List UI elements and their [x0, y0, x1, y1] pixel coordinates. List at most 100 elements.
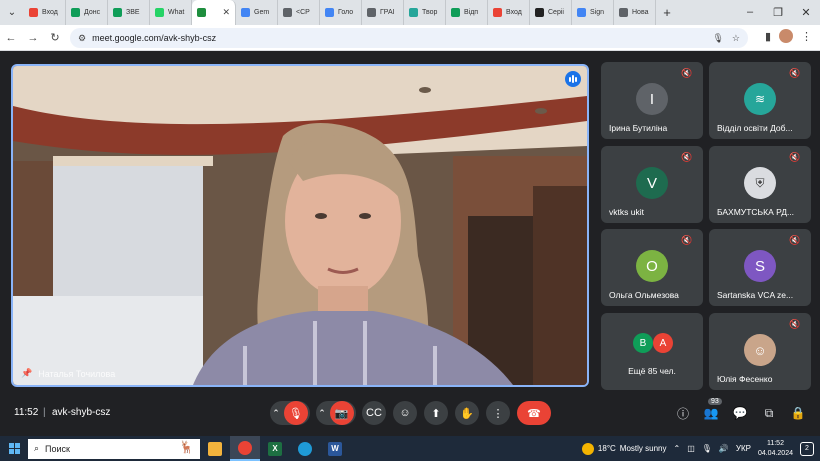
host-controls-button[interactable]: 🔒 [789, 404, 807, 422]
activities-icon: ⧉ [764, 405, 774, 420]
tab-favicon-icon [493, 8, 502, 17]
notifications-icon[interactable]: 2 [800, 441, 814, 456]
search-placeholder: Поиск [45, 443, 70, 454]
taskbar-time: 11:52 [766, 439, 784, 447]
taskbar-app-word[interactable]: W [320, 436, 350, 461]
pin-icon[interactable]: 📌 [21, 368, 32, 379]
participant-tile[interactable]: 🔇 ≋ Відділ освіти Доб... [709, 62, 811, 139]
tab-favicon-icon [197, 8, 206, 17]
tab-label: Вход [42, 9, 58, 16]
browser-tab[interactable]: Sign [572, 0, 614, 25]
chevron-up-icon: ⌃ [318, 407, 326, 418]
reactions-button[interactable]: ☺ [393, 401, 417, 425]
clock[interactable]: 11:52 04.04.2024 [758, 439, 793, 459]
taskbar-search[interactable]: ⌕ Поиск 🦌 [28, 438, 200, 459]
browser-tab[interactable]: What [150, 0, 192, 25]
tab-favicon-icon [619, 8, 628, 17]
tab-label: Голо [338, 9, 354, 16]
tab-favicon-icon [451, 8, 460, 17]
profile-avatar[interactable] [779, 29, 793, 43]
language-indicator[interactable]: УКР [736, 444, 751, 453]
browser-tab-active[interactable]: ✕ [192, 0, 236, 25]
avatar-photo: ☺ [744, 334, 776, 366]
video-options-button[interactable]: ⌃ 📷 [316, 401, 356, 425]
new-tab-button[interactable]: + [656, 5, 678, 20]
audio-options-button[interactable]: ⌃ 🎙 [270, 401, 310, 425]
captions-button[interactable]: CC [362, 401, 386, 425]
hand-icon: ✋ [460, 407, 474, 420]
taskbar-app-excel[interactable]: X [260, 436, 290, 461]
more-options-button[interactable]: ⋮ [486, 401, 510, 425]
start-button[interactable] [0, 443, 28, 454]
window-controls: – ❐ ✕ [736, 6, 820, 19]
tab-label: ЗВЕ [126, 9, 140, 16]
main-video[interactable]: 📌 Наталья Точилова [11, 64, 589, 387]
side-panel-icon[interactable]: ▮ [765, 30, 771, 43]
microphone-icon[interactable]: 🎙 [712, 33, 723, 44]
url-text[interactable]: meet.google.com/avk-shyb-csz [92, 33, 704, 43]
activities-button[interactable]: ⧉ [760, 404, 778, 422]
volume-icon[interactable]: 🔊 [719, 444, 729, 453]
mic-off-icon: 🔇 [681, 68, 693, 78]
back-icon[interactable]: ← [0, 32, 22, 44]
participant-tile[interactable]: 🔇 S Sartanska VCA ze... [709, 229, 811, 306]
tab-label: Gem [254, 9, 270, 16]
bookmark-star-icon[interactable]: ☆ [732, 33, 740, 44]
meeting-info-button[interactable]: ⓘ [674, 404, 692, 422]
browser-tab[interactable]: Серіі [530, 0, 572, 25]
weather-widget[interactable]: 18°C Mostly sunny [581, 442, 666, 455]
hang-up-icon: ☎ [527, 407, 541, 420]
taskbar-app-explorer[interactable] [200, 436, 230, 461]
tray-chevron-icon[interactable]: ⌃ [673, 444, 680, 453]
tab-close-icon[interactable]: ✕ [222, 7, 230, 18]
taskbar-app-chrome[interactable] [230, 436, 260, 461]
participant-tile[interactable]: 🔇 І Ірина Бутиліна [601, 62, 703, 139]
others-tile[interactable]: В А Ещё 85 чел. [601, 313, 703, 390]
browser-tab[interactable]: <СР [278, 0, 320, 25]
restore-icon[interactable]: ❐ [764, 6, 792, 19]
browser-tab[interactable]: Відп [446, 0, 488, 25]
temperature: 18°C [597, 444, 616, 453]
mic-off-icon: 🔇 [681, 152, 693, 162]
organization-logo-icon: ⛨ [744, 167, 776, 199]
chat-button[interactable]: 💬 [731, 404, 749, 422]
avatar: S [744, 250, 776, 282]
menu-icon[interactable]: ⋮ [801, 30, 812, 43]
browser-tab[interactable]: Вход [488, 0, 530, 25]
notification-count: 2 [805, 445, 809, 452]
people-button[interactable]: 👥 93 [702, 398, 722, 422]
participant-count-badge: 93 [708, 398, 722, 405]
taskbar-app-edge[interactable] [290, 436, 320, 461]
close-icon[interactable]: ✕ [792, 6, 820, 19]
browser-tab[interactable]: Gem [236, 0, 278, 25]
tab-favicon-icon [367, 8, 376, 17]
participant-tile[interactable]: 🔇 ☺ Юлія Фесенко [709, 313, 811, 390]
browser-tab[interactable]: Твор [404, 0, 446, 25]
participant-tile[interactable]: 🔇 О Ольга Ольмезова [601, 229, 703, 306]
browser-tab[interactable]: Донс [66, 0, 108, 25]
network-icon[interactable]: ◫ [687, 444, 695, 453]
browser-tab[interactable]: Вход [24, 0, 66, 25]
browser-tab[interactable]: ГРАІ [362, 0, 404, 25]
reload-icon[interactable]: ↻ [44, 31, 66, 44]
participant-tile[interactable]: 🔇 ⛨ БАХМУТСЬКА РД... [709, 146, 811, 223]
tab-favicon-icon [283, 8, 292, 17]
microphone-icon[interactable]: 🎙 [702, 444, 712, 453]
forward-icon[interactable]: → [22, 32, 44, 44]
more-vert-icon: ⋮ [492, 407, 504, 420]
leave-call-button[interactable]: ☎ [517, 401, 551, 425]
browser-tab[interactable]: Нова [614, 0, 656, 25]
participant-tile[interactable]: 🔇 V vktks ukit [601, 146, 703, 223]
browser-tab[interactable]: ЗВЕ [108, 0, 150, 25]
chat-icon: 💬 [732, 406, 748, 420]
address-bar[interactable]: ⚙ meet.google.com/avk-shyb-csz 🎙 ☆ [70, 28, 748, 48]
meeting-controls-bar: 11:52 | avk-shyb-csz ⌃ 🎙 ⌃ 📷 CC ☺ ⬆ ✋ ⋮ … [0, 395, 820, 431]
chevron-up-icon: ⌃ [272, 407, 280, 418]
browser-tab[interactable]: Голо [320, 0, 362, 25]
present-button[interactable]: ⬆ [424, 401, 448, 425]
tab-search-icon[interactable]: ⌄ [0, 0, 24, 25]
raise-hand-button[interactable]: ✋ [455, 401, 479, 425]
minimize-icon[interactable]: – [736, 6, 764, 19]
emoji-icon: ☺ [399, 407, 411, 419]
site-info-icon[interactable]: ⚙ [78, 33, 86, 44]
